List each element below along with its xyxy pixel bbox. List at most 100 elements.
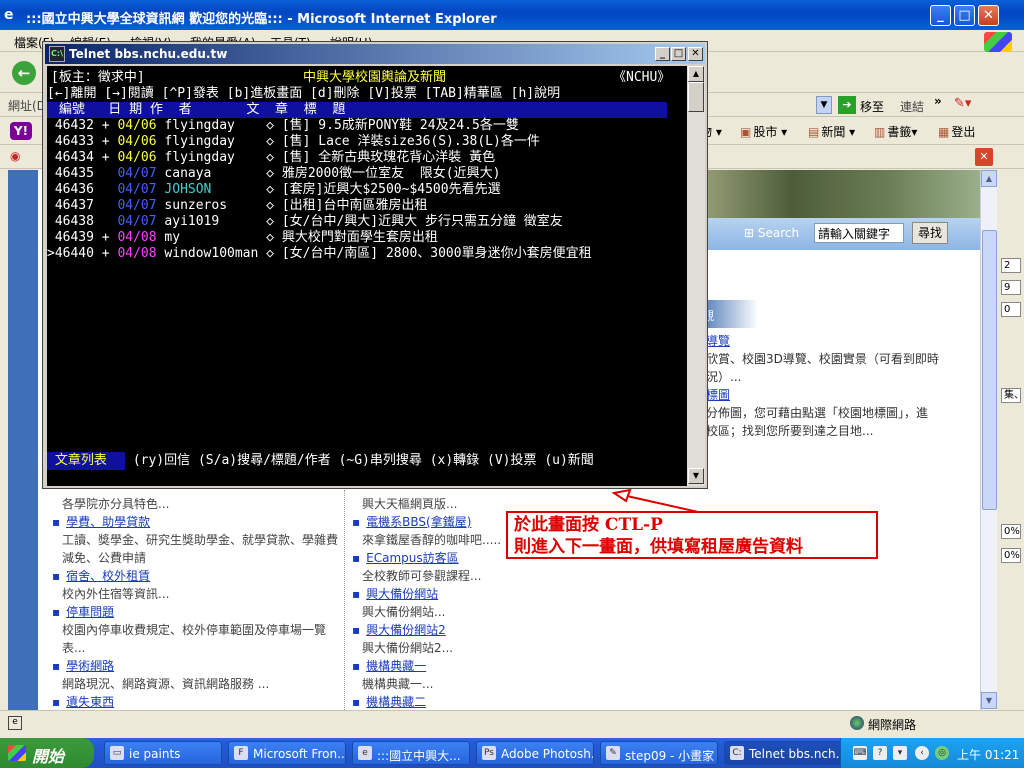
mid-link-bbs[interactable]: 電機系BBS(拿鐵屋) [366,515,471,529]
scroll-thumb[interactable] [982,230,997,510]
post-row[interactable]: 46436 04/07 JOHSON ◇ [套房]近興大$2500~$4500先… [47,182,501,198]
back-arrow-icon[interactable]: ← [12,61,36,85]
right-link-landmark[interactable]: 標圖 [706,386,730,403]
task-photoshop[interactable]: Ps Adobe Photosh... [476,741,594,765]
status-zone: 網際網路 [868,718,917,732]
strip-field-3: 集、 [1001,388,1024,403]
yahoo-stock[interactable]: ▣ 股市 ▾ [740,123,787,140]
page-scrollbar[interactable]: ▲ ▼ [980,170,997,710]
page-tab-icon[interactable]: ◉ [10,149,26,165]
left-link-parking[interactable]: 停車問題 [66,605,114,619]
mid-link-backup[interactable]: 興大備份網站 [366,587,438,601]
search-label: ⊞ Search [744,226,800,240]
terminal-screen[interactable]: [板主：徵求中] 中興大學校園輿論及新聞 《NCHU》 [←]離開 [→]閱讀 … [47,66,687,486]
task-paint[interactable]: ✎ step09 - 小畫家 [600,741,718,765]
mid-link-backup2[interactable]: 興大備份網站2 [366,623,446,637]
photoshop-icon: Ps [482,746,496,760]
post-author: my [156,230,267,245]
maximize-button[interactable]: □ [954,5,975,26]
task-telnet[interactable]: C: Telnet bbs.nch... [724,741,842,765]
telnet-close-button[interactable]: ✕ [688,47,703,61]
scroll-up-icon[interactable]: ▲ [981,170,997,187]
left-desc-3b: 表... [62,641,86,655]
post-date: 04/06 [117,150,157,165]
post-author: window100man [156,246,267,261]
logout-icon: ▦ [938,125,950,139]
left-link-lost[interactable]: 遺失東西 [66,695,114,709]
post-row[interactable]: 46434 + 04/06 flyingday ◇ [售] 全新古典玫瑰花背心洋… [47,150,495,166]
telnet-scrollbar[interactable]: ▲ ▼ [687,66,705,486]
left-desc-2: 校內外住宿等資訊... [62,587,170,601]
post-row[interactable]: >46440 + 04/08 window100man ◇ [女/台中/南區] … [47,246,592,262]
tab-close-icon[interactable]: ✕ [975,148,993,166]
mid-link-archive1[interactable]: 機構典藏一 [366,659,426,673]
mid-link-archive2[interactable]: 機構典藏二 [366,695,426,709]
campus-banner [698,170,980,218]
post-number: 46435 [47,166,118,181]
scroll-down-icon[interactable]: ▼ [981,692,997,709]
address-dropdown-icon[interactable]: ▼ [816,96,832,114]
telnet-scroll-up-icon[interactable]: ▲ [688,66,704,82]
internet-zone-icon [850,716,864,730]
post-row[interactable]: 46433 + 04/06 flyingday ◇ [售] Lace 洋裝siz… [47,134,540,150]
minimize-button[interactable]: _ [930,5,951,26]
post-title: ◇ [出租]台中南區雅房出租 [266,198,428,213]
left-link-dorm[interactable]: 宿舍、校外租賃 [66,569,150,583]
network-icon[interactable]: ◎ [935,746,949,760]
telnet-maximize-button[interactable]: □ [671,47,686,61]
footer-label: 文章列表 [47,453,115,468]
task-ie-paints[interactable]: ▭ ie paints [104,741,222,765]
left-link-tuition[interactable]: 學費、助學貸款 [66,515,150,529]
keyboard-icon[interactable]: ⌨ [853,746,867,760]
post-date: 04/07 [117,214,157,229]
go-button[interactable]: 移至 [860,98,884,115]
post-author: ayi1019 [156,214,267,229]
post-title: ◇ [套房]近興大$2500~$4500先看先選 [266,182,501,197]
task-ie[interactable]: e:::國立中興大... [352,741,470,765]
windows-flag-icon [8,745,26,761]
yahoo-logout[interactable]: ▦ 登出 [938,123,975,140]
close-button[interactable]: ✕ [978,5,999,26]
post-row[interactable]: 46432 + 04/06 flyingday ◇ [售] 9.5成新PONY鞋… [47,118,519,134]
start-button[interactable]: 開始 [0,738,94,768]
board-title: 中興大學校園輿論及新聞 [303,70,447,85]
telnet-scroll-down-icon[interactable]: ▼ [688,468,704,484]
strip-field-0: 2 [1001,258,1021,273]
toolbar-icon[interactable]: ✎▾ [954,96,980,114]
mid-desc-0: 興大天樞網頁版... [362,497,458,511]
post-row[interactable]: 46437 04/07 sunzeros ◇ [出租]台中南區雅房出租 [47,198,428,214]
post-title: ◇ [女/台中/興大]近興大 步行只需五分鐘 徵室友 [266,214,563,229]
tray-expand-icon[interactable]: ‹ [915,746,929,760]
telnet-scroll-thumb[interactable] [688,82,704,112]
telnet-title-bar[interactable]: C:\ Telnet bbs.nchu.edu.tw _ □ ✕ [45,44,705,64]
post-date: 04/08 [117,230,157,245]
search-button[interactable]: 尋找 [912,222,948,244]
news-icon: ▤ [808,125,820,139]
mid-desc-3: 興大備份網站... [362,605,446,619]
yahoo-news[interactable]: ▤ 新聞 ▾ [808,123,855,140]
task-frontpage[interactable]: F Microsoft Fron... [228,741,346,765]
post-row[interactable]: 46439 + 04/08 my ◇ 興大校門對面學生套房出租 [47,230,438,246]
help-icon[interactable]: ? [873,746,887,760]
telnet-minimize-button[interactable]: _ [655,47,670,61]
links-more[interactable]: » [934,94,942,108]
post-number: 46437 [47,198,118,213]
mid-link-ecampus[interactable]: ECampus訪客區 [366,551,458,565]
post-row[interactable]: 46438 04/07 ayi1019 ◇ [女/台中/興大]近興大 步行只需五… [47,214,563,230]
search-input[interactable] [814,223,904,243]
ime-icon[interactable]: ▾ [893,746,907,760]
left-link-network[interactable]: 學術網路 [66,659,114,673]
post-row[interactable]: 46435 04/07 canaya ◇ 雅房2000徵一位室友 限女(近興大) [47,166,501,182]
left-desc-4: 網路現況、網路資源、資訊網路服務 ... [62,677,270,691]
list-item: ▪ 停車問題 [52,605,115,619]
right-link-tour[interactable]: 導覽 [706,332,730,349]
yahoo-logo-icon[interactable]: Y! [10,122,32,140]
mid-desc-5: 機構典藏一... [362,677,434,691]
background-window-strip: 2 9 0 集、 0% 0% [998,170,1024,710]
annotation-line-2: 則進入下一畫面，供填寫租屋廣告資料 [514,537,803,557]
go-arrow-icon[interactable]: ➔ [838,96,856,114]
yahoo-bookmark[interactable]: ▥ 書籤▾ [874,123,917,140]
links-label[interactable]: 連結 [900,98,924,115]
ie-title-bar[interactable]: e :::國立中興大學全球資訊網 歡迎您的光臨::: - Microsoft I… [0,0,1024,30]
list-item: ▪ 機構典藏二 [352,695,427,709]
